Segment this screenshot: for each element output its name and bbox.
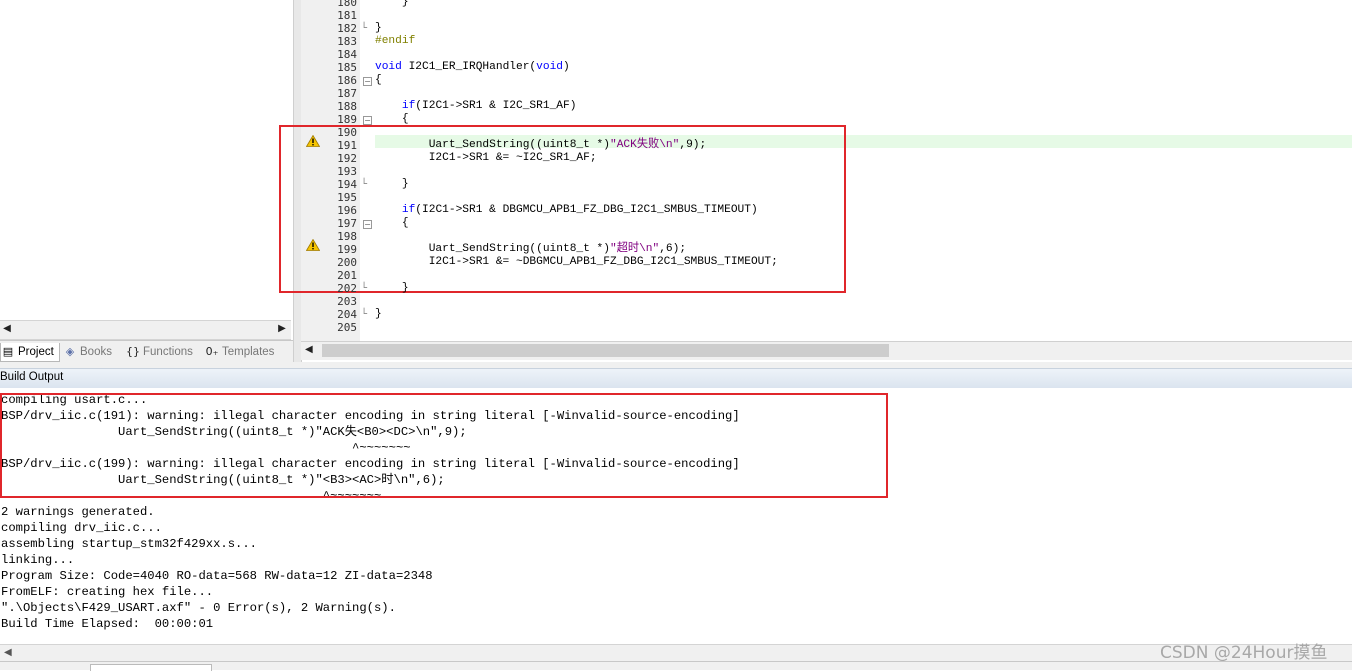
fold-toggle-icon[interactable]: − xyxy=(363,77,372,86)
line-number: 183 xyxy=(337,35,357,48)
build-output-line: Build Time Elapsed: 00:00:01 xyxy=(1,617,214,631)
code-line[interactable]: { xyxy=(375,74,382,87)
line-number: 194 xyxy=(337,178,357,191)
scroll-left-icon[interactable]: ◀ xyxy=(4,647,12,658)
project-pane-hscrollbar[interactable]: ◀ ▶ xyxy=(0,320,291,340)
build-output-line: compiling drv_iic.c... xyxy=(1,521,162,535)
code-line[interactable]: } xyxy=(375,308,382,321)
line-number: 181 xyxy=(337,9,357,22)
code-line[interactable]: { xyxy=(375,113,409,126)
fold-toggle-icon[interactable]: − xyxy=(363,220,372,229)
line-number: 198 xyxy=(337,230,357,243)
code-line[interactable]: #endif xyxy=(375,35,415,48)
editor-hscrollbar[interactable]: ◀ xyxy=(301,341,1352,360)
watermark: CSDN @24Hour摸鱼 xyxy=(1160,643,1328,663)
line-number: 203 xyxy=(337,295,357,308)
line-number: 200 xyxy=(337,256,357,269)
books-icon: ◈ xyxy=(65,345,75,358)
code-line[interactable]: } xyxy=(375,0,409,9)
code-line[interactable]: I2C1->SR1 &= ~DBGMCU_APB1_FZ_DBG_I2C1_SM… xyxy=(375,256,778,269)
build-output-line: 2 warnings generated. xyxy=(1,505,155,519)
code-line[interactable]: } xyxy=(375,22,382,35)
code-line[interactable]: } xyxy=(375,178,409,191)
editor-hscroll-thumb[interactable] xyxy=(322,344,889,357)
code-line[interactable]: void I2C1_ER_IRQHandler(void) xyxy=(375,61,570,74)
build-output-hscrollbar[interactable]: ◀ xyxy=(0,644,1352,662)
tab-templates[interactable]: 0₊ Templates xyxy=(205,343,275,361)
line-number: 205 xyxy=(337,321,357,334)
fold-end-marker: └ xyxy=(361,283,368,294)
code-line[interactable]: } xyxy=(375,282,409,295)
code-line[interactable]: if(I2C1->SR1 & DBGMCU_APB1_FZ_DBG_I2C1_S… xyxy=(375,204,758,217)
project-icon: ▤ xyxy=(2,345,14,358)
line-number: 180 xyxy=(337,0,357,9)
scroll-left-icon[interactable]: ◀ xyxy=(1,323,13,335)
line-number: 196 xyxy=(337,204,357,217)
build-output-line: linking... xyxy=(1,553,75,567)
build-output-title: Build Output xyxy=(0,371,64,383)
line-number: 192 xyxy=(337,152,357,165)
build-output-line: Program Size: Code=4040 RO-data=568 RW-d… xyxy=(1,569,433,583)
code-line[interactable]: { xyxy=(375,217,409,230)
project-pane-tabbar: ▤ Project ◈ Books {} Functions 0₊ Templates xyxy=(0,340,293,363)
line-number: 201 xyxy=(337,269,357,282)
annotation-box-warnings xyxy=(0,393,888,498)
project-tree-pane[interactable] xyxy=(0,0,293,362)
code-line[interactable]: Uart_SendString((uint8_t *)"超时\n",6); xyxy=(375,243,686,256)
line-number: 197 xyxy=(337,217,357,230)
line-number: 188 xyxy=(337,100,357,113)
tab-books[interactable]: ◈ Books xyxy=(63,343,112,361)
tab-functions[interactable]: {} Functions xyxy=(126,343,193,361)
templates-icon: 0₊ xyxy=(205,345,219,358)
code-line[interactable]: I2C1->SR1 &= ~I2C_SR1_AF; xyxy=(375,152,597,165)
line-number: 190 xyxy=(337,126,357,139)
fold-end-marker: └ xyxy=(361,309,368,320)
line-number: 187 xyxy=(337,87,357,100)
line-number: 193 xyxy=(337,165,357,178)
line-number: 199 xyxy=(337,243,357,256)
line-number: 184 xyxy=(337,48,357,61)
line-number: 189 xyxy=(337,113,357,126)
line-number: 182 xyxy=(337,22,357,35)
build-output-titlebar: Build Output xyxy=(0,368,1352,389)
line-number: 195 xyxy=(337,191,357,204)
code-line[interactable]: Uart_SendString((uint8_t *)"ACK失败\n",9); xyxy=(375,139,707,152)
build-output-line: FromELF: creating hex file... xyxy=(1,585,214,599)
fold-end-marker: └ xyxy=(361,179,368,190)
build-output-line: ".\Objects\F429_USART.axf" - 0 Error(s),… xyxy=(1,601,396,615)
bottom-tab[interactable] xyxy=(90,664,212,671)
line-number: 202 xyxy=(337,282,357,295)
fold-toggle-icon[interactable]: − xyxy=(363,116,372,125)
line-number: 186 xyxy=(337,74,357,87)
tab-project[interactable]: ▤ Project xyxy=(0,343,60,362)
code-line[interactable]: if(I2C1->SR1 & I2C_SR1_AF) xyxy=(375,100,577,113)
line-number: 191 xyxy=(337,139,357,152)
line-number: 204 xyxy=(337,308,357,321)
build-output-line: assembling startup_stm32f429xx.s... xyxy=(1,537,257,551)
line-number: 185 xyxy=(337,61,357,74)
functions-icon: {} xyxy=(126,345,140,358)
scroll-left-icon[interactable]: ◀ xyxy=(305,344,313,355)
scroll-right-icon[interactable]: ▶ xyxy=(276,323,288,335)
fold-end-marker: └ xyxy=(361,23,368,34)
